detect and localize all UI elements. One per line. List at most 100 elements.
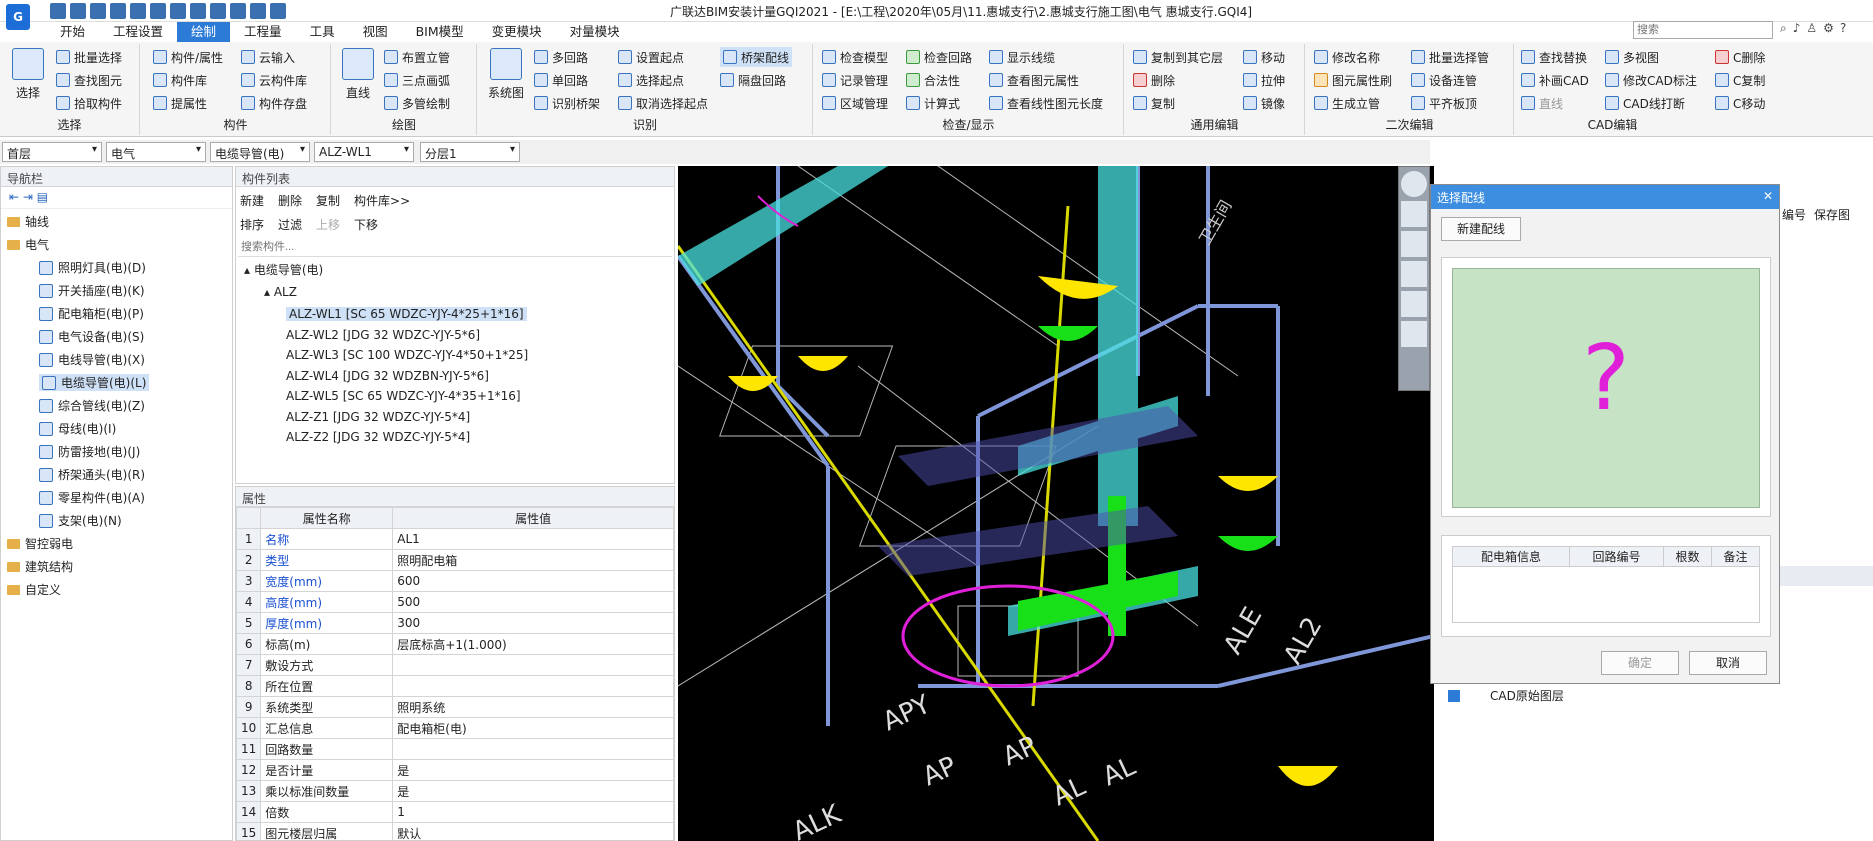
view-element-property-button[interactable]: 查看图元属性 xyxy=(989,70,1079,90)
multi-view-button[interactable]: 多视图 xyxy=(1605,47,1659,67)
cad-canvas[interactable]: APY AP AL ALK AL2 ALE AP AL 卫生间 xyxy=(678,166,1434,841)
system-diagram-button[interactable]: 系统图 xyxy=(484,48,528,101)
tray-wiring-button[interactable]: 桥架配线 xyxy=(720,47,793,67)
nav-item[interactable]: 支架(电)(N) xyxy=(39,512,122,529)
component-library-link[interactable]: 构件库>> xyxy=(354,192,410,209)
sort-button[interactable]: 排序 xyxy=(240,216,264,233)
menu-tab[interactable]: 视图 xyxy=(349,22,402,42)
save-view-tab[interactable]: 保存图 xyxy=(1814,206,1850,223)
property-value[interactable]: 是 xyxy=(392,780,674,802)
property-value[interactable] xyxy=(392,654,674,676)
delete-component-button[interactable]: 删除 xyxy=(278,192,302,209)
menu-tab[interactable]: 对量模块 xyxy=(556,22,634,42)
component-item[interactable]: ALZ-Z1 [JDG 32 WDZC-YJY-5*4] xyxy=(286,410,470,424)
redo-icon[interactable] xyxy=(250,3,266,19)
menu-tab[interactable]: 变更模块 xyxy=(478,22,556,42)
undo-icon[interactable] xyxy=(230,3,246,19)
front-view-icon[interactable] xyxy=(1401,231,1427,257)
grid-icon[interactable] xyxy=(1401,321,1427,347)
nav-item[interactable]: 智控弱电 xyxy=(7,535,73,552)
component-search-input[interactable] xyxy=(238,237,672,257)
nav-item[interactable]: 桥架通头(电)(R) xyxy=(39,466,145,483)
close-icon[interactable]: ✕ xyxy=(1763,189,1773,203)
delete-button[interactable]: 删除 xyxy=(1133,70,1175,90)
print-icon[interactable] xyxy=(110,3,126,19)
property-value[interactable]: 1 xyxy=(392,801,674,823)
stretch-button[interactable]: 拉伸 xyxy=(1243,70,1285,90)
property-row[interactable]: 9 系统类型 照明系统 xyxy=(236,696,674,718)
settings-icon[interactable] xyxy=(210,3,226,19)
nav-item[interactable]: 建筑结构 xyxy=(7,558,73,575)
filter-button[interactable]: 过滤 xyxy=(278,216,302,233)
mirror-button[interactable]: 镜像 xyxy=(1243,93,1285,113)
property-value[interactable]: 照明配电箱 xyxy=(392,549,674,571)
nav-item[interactable]: 开关插座(电)(K) xyxy=(39,282,145,299)
property-row[interactable]: 7 敷设方式 xyxy=(236,654,674,676)
property-value[interactable] xyxy=(392,738,674,760)
property-brush-button[interactable]: 图元属性刷 xyxy=(1314,70,1392,90)
orbit-icon[interactable] xyxy=(1401,171,1427,197)
partition-circuit-button[interactable]: 隔盘回路 xyxy=(720,70,786,90)
view-length-button[interactable]: 查看线性图元长度 xyxy=(989,93,1103,113)
modify-cad-label-button[interactable]: 修改CAD标注 xyxy=(1605,70,1697,90)
tree-group[interactable]: ▴ ALZ xyxy=(264,285,297,299)
discipline-select[interactable]: 电气 xyxy=(106,142,206,162)
nav-item[interactable]: 电线导管(电)(X) xyxy=(39,351,145,368)
tree-root[interactable]: ▴ 电缆导管(电) xyxy=(244,261,323,278)
generate-riser-button[interactable]: 生成立管 xyxy=(1314,93,1380,113)
area-manage-button[interactable]: 区域管理 xyxy=(822,93,888,113)
multi-pipe-button[interactable]: 多管绘制 xyxy=(384,93,450,113)
multi-circuit-button[interactable]: 多回路 xyxy=(534,47,588,67)
component-item[interactable]: ALZ-Z2 [JDG 32 WDZC-YJY-5*4] xyxy=(286,430,470,444)
component-property-button[interactable]: 构件/属性 xyxy=(153,47,223,67)
validity-button[interactable]: 合法性 xyxy=(906,70,960,90)
new-wiring-button[interactable]: 新建配线 xyxy=(1441,217,1521,241)
component-item[interactable]: ALZ-WL2 [JDG 32 WDZC-YJY-5*6] xyxy=(286,328,480,342)
draw-cad-button[interactable]: 补画CAD xyxy=(1521,70,1589,90)
menu-tab[interactable]: 工程设置 xyxy=(99,22,177,42)
nav-item[interactable]: 防雷接地(电)(J) xyxy=(39,443,140,460)
component-item[interactable]: ALZ-WL5 [SC 65 WDZC-YJY-4*35+1*16] xyxy=(286,389,521,403)
nav-item[interactable]: 配电箱柜(电)(P) xyxy=(39,305,144,322)
nav-item[interactable]: 自定义 xyxy=(7,581,61,598)
expand-icon[interactable]: ⇥ xyxy=(23,190,33,204)
extract-property-button[interactable]: 提属性 xyxy=(153,93,207,113)
arc-button[interactable]: 三点画弧 xyxy=(384,70,450,90)
copy-button[interactable]: 复制 xyxy=(1133,93,1175,113)
riser-button[interactable]: 布置立管 xyxy=(384,47,450,67)
c-copy-button[interactable]: C复制 xyxy=(1715,70,1765,90)
property-value[interactable]: 层底标高+1(1.000) xyxy=(392,633,674,655)
floor-select[interactable]: 首层 xyxy=(2,142,102,162)
move-up-button[interactable]: 上移 xyxy=(316,216,340,233)
calc-icon[interactable] xyxy=(170,3,186,19)
property-row[interactable]: 3 宽度(mm) 600 xyxy=(236,570,674,592)
component-save-button[interactable]: 构件存盘 xyxy=(241,93,307,113)
property-row[interactable]: 2 类型 照明配电箱 xyxy=(236,549,674,571)
cad-break-button[interactable]: CAD线打断 xyxy=(1605,93,1685,113)
open-icon[interactable] xyxy=(70,3,86,19)
find-element-button[interactable]: 查找图元 xyxy=(56,70,122,90)
formula-button[interactable]: 计算式 xyxy=(906,93,960,113)
property-value[interactable]: 300 xyxy=(392,612,674,634)
rotate-icon[interactable] xyxy=(1401,291,1427,317)
c-move-button[interactable]: C移动 xyxy=(1715,93,1765,113)
menu-tab[interactable]: 开始 xyxy=(46,22,99,42)
identify-tray-button[interactable]: 识别桥架 xyxy=(534,93,600,113)
component-item[interactable]: ALZ-WL3 [SC 100 WDZC-YJY-4*50+1*25] xyxy=(286,348,528,362)
nav-item[interactable]: 零星构件(电)(A) xyxy=(39,489,145,506)
property-value[interactable]: 照明系统 xyxy=(392,696,674,718)
device-pipe-button[interactable]: 设备连管 xyxy=(1411,70,1477,90)
copy-component-button[interactable]: 复制 xyxy=(316,192,340,209)
number-tab[interactable]: 编号 xyxy=(1782,206,1806,223)
nav-item[interactable]: 母线(电)(I) xyxy=(39,420,116,437)
check-model-button[interactable]: 检查模型 xyxy=(822,47,888,67)
layer-checkbox[interactable] xyxy=(1448,689,1460,702)
sum-icon[interactable] xyxy=(270,3,286,19)
property-row[interactable]: 10 汇总信息 配电箱柜(电) xyxy=(236,717,674,739)
cancel-start-button[interactable]: 取消选择起点 xyxy=(618,93,708,113)
copy-to-floor-button[interactable]: 复制到其它层 xyxy=(1133,47,1223,67)
cloud-input-button[interactable]: 云输入 xyxy=(241,47,295,67)
nav-item[interactable]: 照明灯具(电)(D) xyxy=(39,259,146,276)
property-value[interactable]: 500 xyxy=(392,591,674,613)
property-value[interactable]: 是 xyxy=(392,759,674,781)
